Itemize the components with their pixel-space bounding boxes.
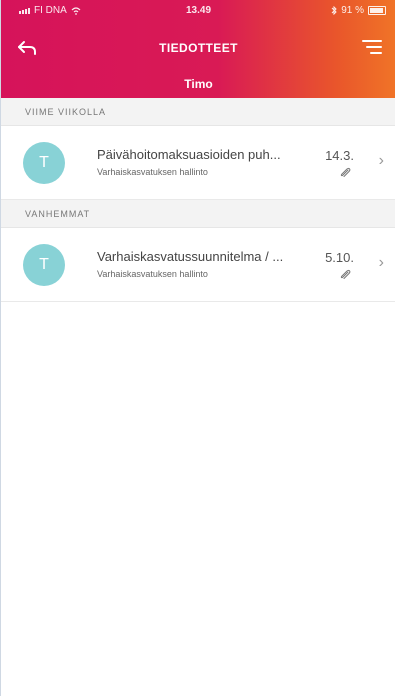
- chevron-right-icon: ›: [378, 254, 384, 271]
- avatar: T: [23, 244, 65, 286]
- message-row[interactable]: T Päivähoitomaksuasioiden puh... Varhais…: [1, 126, 395, 200]
- avatar: T: [23, 142, 65, 184]
- message-sender: Varhaiskasvatuksen hallinto: [97, 269, 208, 279]
- paperclip-icon: [340, 167, 351, 177]
- paperclip-icon: [340, 269, 351, 279]
- status-bar: FI DNA 13.49 91 %: [1, 0, 395, 20]
- section-header-older: VANHEMMAT: [1, 200, 395, 228]
- message-date: 14.3.: [325, 148, 354, 163]
- chevron-right-icon: ›: [378, 152, 384, 169]
- message-row[interactable]: T Varhaiskasvatussuunnitelma / ... Varha…: [1, 228, 395, 302]
- status-right: 91 %: [331, 5, 386, 16]
- message-title: Päivähoitomaksuasioiden puh...: [97, 147, 281, 162]
- message-sender: Varhaiskasvatuksen hallinto: [97, 167, 208, 177]
- messages-screen: FI DNA 13.49 91 % TIEDOTTEET Timo VIIME …: [0, 0, 395, 696]
- app-header: FI DNA 13.49 91 % TIEDOTTEET Timo: [1, 0, 395, 98]
- section-label: VIIME VIIKOLLA: [25, 107, 107, 117]
- menu-icon[interactable]: [362, 40, 382, 56]
- page-title: TIEDOTTEET: [159, 41, 238, 55]
- bluetooth-icon: [331, 6, 337, 15]
- message-title: Varhaiskasvatussuunnitelma / ...: [97, 249, 284, 264]
- page-subtitle: Timo: [184, 77, 213, 91]
- message-date: 5.10.: [325, 250, 354, 265]
- section-label: VANHEMMAT: [25, 209, 91, 219]
- battery-label: 91 %: [341, 5, 364, 16]
- battery-icon: [368, 6, 386, 15]
- section-header-last-week: VIIME VIIKOLLA: [1, 98, 395, 126]
